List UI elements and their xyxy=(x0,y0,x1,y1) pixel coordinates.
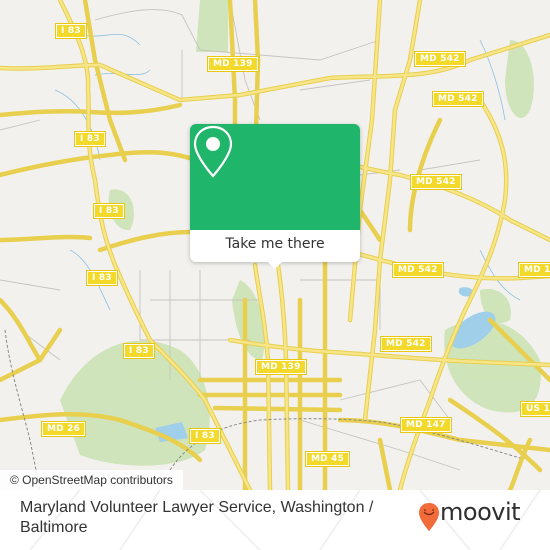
road-label-i83: I 83 xyxy=(189,428,221,444)
moovit-wordmark: moovit xyxy=(440,498,521,526)
road-label-i83: I 83 xyxy=(93,203,125,219)
footer: Maryland Volunteer Lawyer Service, Washi… xyxy=(0,490,550,550)
road-label-md542: MD 542 xyxy=(414,51,466,67)
popup-pointer xyxy=(266,260,284,269)
popup-header xyxy=(190,124,360,230)
road-label-md542: MD 542 xyxy=(432,91,484,107)
map-view[interactable]: I 83 MD 139 MD 542 I 83 MD 542 I 83 MD 5… xyxy=(0,0,550,490)
road-label-md147: MD 147 xyxy=(400,417,452,433)
road-label-md542: MD 542 xyxy=(392,262,444,278)
road-label-md45: MD 45 xyxy=(304,451,351,467)
road-label-i83: I 83 xyxy=(55,23,87,39)
map-pin-icon xyxy=(193,125,233,178)
location-title: Maryland Volunteer Lawyer Service, Washi… xyxy=(20,499,374,536)
moovit-pin-icon xyxy=(419,503,439,531)
road-label-md139: MD 139 xyxy=(207,56,259,72)
road-label-us1: US 1 xyxy=(520,401,550,417)
road-label-i83: I 83 xyxy=(86,270,118,286)
road-label-md542: MD 542 xyxy=(380,336,432,352)
road-label-md139: MD 139 xyxy=(255,359,307,375)
take-me-there-button[interactable]: Take me there xyxy=(190,230,360,262)
road-label-md26: MD 26 xyxy=(40,421,87,437)
map-attribution: © OpenStreetMap contributors xyxy=(0,470,183,490)
road-label-i83: I 83 xyxy=(74,131,106,147)
road-label-i83: I 83 xyxy=(123,343,155,359)
road-label-md14: MD 14 xyxy=(517,262,550,278)
location-popup: Take me there xyxy=(190,124,360,269)
road-label-md542: MD 542 xyxy=(410,174,462,190)
